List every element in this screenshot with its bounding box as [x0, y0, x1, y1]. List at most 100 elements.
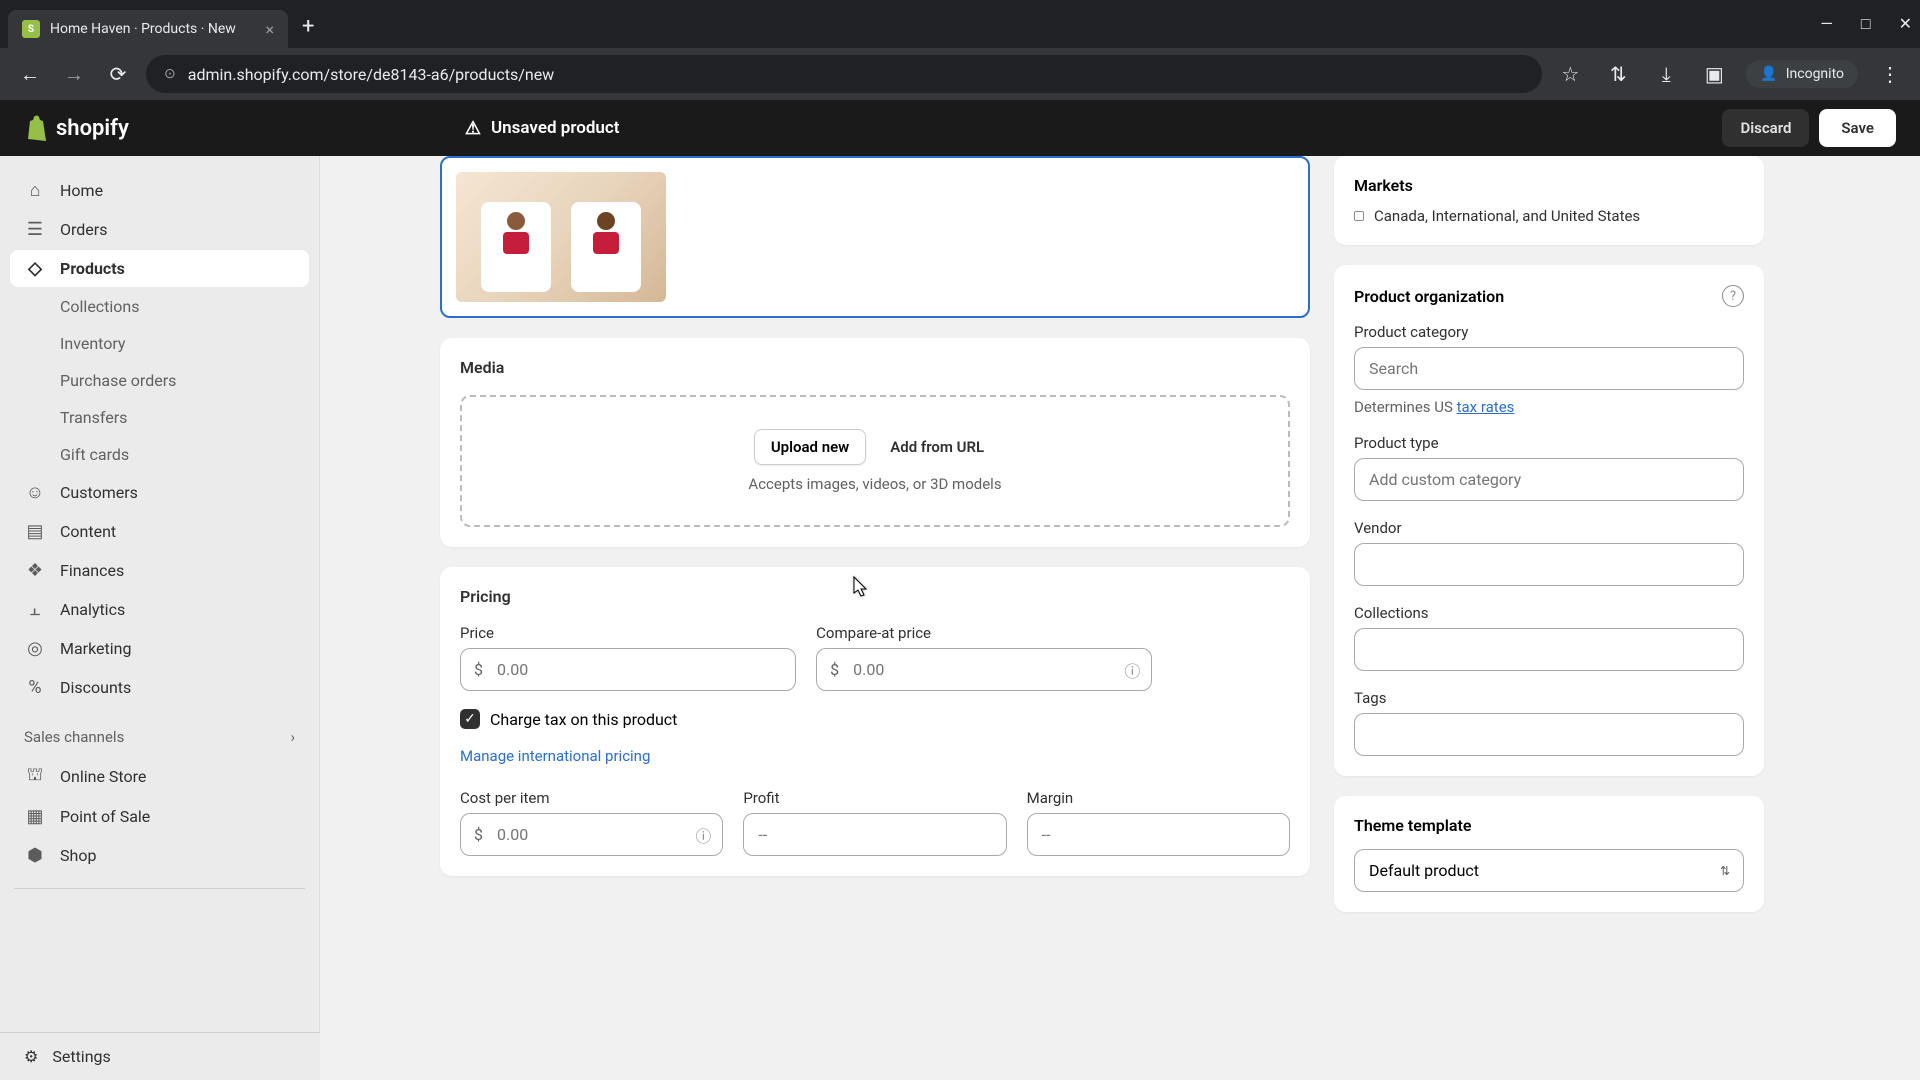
tax-checkbox-row[interactable]: ✓ Charge tax on this product [460, 709, 1290, 729]
home-icon: ⌂ [24, 180, 46, 201]
help-icon[interactable]: ? [1722, 285, 1744, 307]
media-title: Media [460, 358, 1290, 377]
url-input[interactable]: ⊙ admin.shopify.com/store/de8143-a6/prod… [146, 55, 1542, 93]
vendor-input[interactable] [1354, 543, 1744, 586]
incognito-icon: 👤 [1760, 66, 1777, 82]
nav-shop[interactable]: ⬢Shop [10, 837, 309, 874]
category-label: Product category [1354, 323, 1744, 341]
minimize-icon[interactable]: — [1820, 14, 1833, 34]
nav-customers[interactable]: ☺Customers [10, 474, 309, 511]
markets-title: Markets [1354, 176, 1744, 195]
app-bar: shopify ⚠ Unsaved product Discard Save [0, 100, 1920, 156]
tax-checkbox[interactable]: ✓ [460, 709, 480, 729]
maximize-icon[interactable]: □ [1861, 14, 1871, 34]
nav-home[interactable]: ⌂Home [10, 172, 309, 209]
customers-icon: ☺ [24, 482, 46, 503]
sidebar: ⌂Home ☰Orders ◇Products Collections Inve… [0, 156, 320, 1080]
orders-icon: ☰ [24, 219, 46, 240]
tab-favicon-icon: S [22, 20, 40, 38]
organization-card: Product organization ? Product category … [1334, 265, 1764, 776]
site-info-icon[interactable]: ⊙ [164, 66, 176, 82]
reload-icon[interactable]: ⟳ [102, 62, 134, 86]
nav-section-sales-channels[interactable]: Sales channels› [10, 718, 309, 756]
nav-products[interactable]: ◇Products [10, 250, 309, 287]
browser-tab-bar: S Home Haven · Products · New × + — □ ✕ [0, 0, 1920, 48]
incognito-badge[interactable]: 👤 Incognito [1746, 60, 1858, 88]
media-dropzone[interactable]: Upload new Add from URL Accepts images, … [460, 395, 1290, 527]
nav-finances[interactable]: ❖Finances [10, 552, 309, 589]
shopify-logo[interactable]: shopify [24, 115, 129, 141]
nav-content[interactable]: ▤Content [10, 513, 309, 550]
shop-icon: ⬢ [24, 845, 46, 866]
tax-label: Charge tax on this product [490, 710, 677, 729]
incognito-label: Incognito [1786, 66, 1844, 82]
forward-icon[interactable]: → [58, 62, 90, 87]
tab-title: Home Haven · Products · New [50, 21, 255, 37]
compare-label: Compare-at price [816, 624, 1152, 642]
nav-inventory[interactable]: Inventory [10, 326, 309, 361]
help-icon[interactable]: ⓘ [695, 823, 711, 847]
discounts-icon: % [24, 677, 46, 698]
nav-online-store[interactable]: ⛫Online Store [10, 756, 309, 796]
type-input[interactable] [1354, 458, 1744, 501]
upload-new-button[interactable]: Upload new [754, 429, 866, 465]
marketing-icon: ◎ [24, 638, 46, 659]
nav-purchase-orders[interactable]: Purchase orders [10, 363, 309, 398]
tags-input[interactable] [1354, 713, 1744, 756]
add-from-url-button[interactable]: Add from URL [878, 429, 996, 465]
theme-title: Theme template [1354, 816, 1744, 835]
new-tab-button[interactable]: + [302, 14, 314, 39]
nav-transfers[interactable]: Transfers [10, 400, 309, 435]
shopify-bag-icon [24, 115, 48, 141]
side-panel-icon[interactable]: ▣ [1698, 62, 1730, 86]
currency-symbol: $ [474, 825, 483, 844]
nav-collections[interactable]: Collections [10, 289, 309, 324]
collections-input[interactable] [1354, 628, 1744, 671]
description-editor[interactable] [440, 156, 1310, 318]
collections-label: Collections [1354, 604, 1744, 622]
theme-card: Theme template ⇅ [1334, 796, 1764, 912]
close-window-icon[interactable]: ✕ [1899, 14, 1912, 34]
bookmark-icon[interactable]: ☆ [1554, 62, 1586, 86]
tab-close-icon[interactable]: × [265, 20, 274, 39]
browser-tab[interactable]: S Home Haven · Products · New × [8, 10, 288, 48]
profit-input[interactable] [743, 813, 1006, 856]
store-icon: ⛫ [24, 764, 46, 788]
nav-analytics[interactable]: ⫠Analytics [10, 591, 309, 628]
currency-symbol: $ [474, 660, 483, 679]
cost-input[interactable] [460, 813, 723, 856]
browser-url-bar: ← → ⟳ ⊙ admin.shopify.com/store/de8143-a… [0, 48, 1920, 100]
menu-icon[interactable]: ⋮ [1874, 62, 1906, 86]
intl-pricing-link[interactable]: Manage international pricing [460, 747, 1290, 765]
nav-discounts[interactable]: %Discounts [10, 669, 309, 706]
products-icon: ◇ [24, 258, 46, 279]
compare-price-input[interactable] [816, 648, 1152, 691]
gear-icon: ⚙ [24, 1047, 38, 1066]
price-input[interactable] [460, 648, 796, 691]
margin-label: Margin [1027, 789, 1290, 807]
tags-label: Tags [1354, 689, 1744, 707]
organization-title: Product organization [1354, 287, 1504, 306]
nav-orders[interactable]: ☰Orders [10, 211, 309, 248]
unsaved-banner: ⚠ Unsaved product [465, 118, 620, 139]
discard-button[interactable]: Discard [1722, 109, 1809, 147]
markets-value: Canada, International, and United States [1374, 207, 1640, 225]
margin-input[interactable] [1027, 813, 1290, 856]
nav-gift-cards[interactable]: Gift cards [10, 437, 309, 472]
nav-marketing[interactable]: ◎Marketing [10, 630, 309, 667]
translate-icon[interactable]: ⇅ [1602, 62, 1634, 86]
tax-hint: Determines US tax rates [1354, 398, 1744, 416]
tax-rates-link[interactable]: tax rates [1457, 398, 1515, 416]
help-icon[interactable]: ⓘ [1124, 658, 1140, 682]
nav-point-of-sale[interactable]: ▦Point of Sale [10, 798, 309, 835]
download-icon[interactable]: ⤓ [1650, 62, 1682, 86]
back-icon[interactable]: ← [14, 62, 46, 87]
nav-settings[interactable]: ⚙Settings [0, 1032, 320, 1080]
category-input[interactable] [1354, 347, 1744, 390]
theme-select[interactable] [1354, 849, 1744, 892]
save-button[interactable]: Save [1819, 109, 1896, 147]
price-label: Price [460, 624, 796, 642]
pos-icon: ▦ [24, 806, 46, 827]
unsaved-label: Unsaved product [491, 118, 619, 138]
media-card: Media Upload new Add from URL Accepts im… [440, 338, 1310, 547]
